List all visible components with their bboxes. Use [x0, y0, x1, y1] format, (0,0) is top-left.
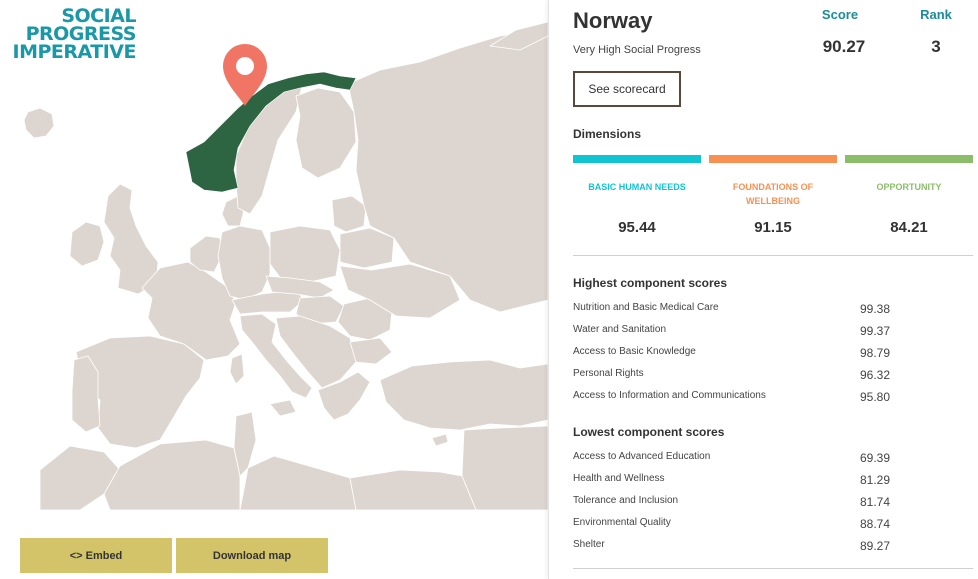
country-name: Norway — [573, 8, 653, 33]
component-name: Tolerance and Inclusion — [573, 495, 679, 506]
dimension-value-opportunity: 84.21 — [890, 219, 928, 236]
dimension-bar-opportunity — [845, 155, 973, 163]
europe-map[interactable] — [0, 0, 548, 510]
country-cyprus[interactable] — [431, 433, 449, 447]
logo: SOCIAL PROGRESS IMPERATIVE — [6, 7, 137, 63]
country-sardinia[interactable] — [229, 353, 245, 385]
logo-line-3: IMPERATIVE — [12, 41, 137, 63]
dimension-label-basic-human-needs: BASIC HUMAN NEEDS — [569, 180, 705, 194]
rank-label: Rank — [920, 7, 952, 22]
highest-components-heading: Highest component scores — [573, 276, 728, 290]
country-poland[interactable] — [269, 225, 341, 283]
dimension-label-line: WELLBEING — [746, 196, 800, 206]
dimension-value-foundations-of-wellbeing: 91.15 — [754, 219, 792, 236]
dimension-label-line: FOUNDATIONS OF — [732, 182, 814, 192]
dimension-value-basic-human-needs: 95.44 — [618, 219, 656, 236]
component-name: Access to Information and Communications — [573, 390, 766, 401]
country-ireland[interactable] — [69, 221, 105, 267]
dimension-label-line: BASIC HUMAN NEEDS — [588, 182, 686, 192]
dimension-bar-foundations-of-wellbeing — [709, 155, 837, 163]
component-name: Personal Rights — [573, 368, 644, 379]
component-value: 99.37 — [860, 324, 891, 338]
progress-tier: Very High Social Progress — [573, 44, 701, 56]
map-area[interactable] — [0, 0, 548, 510]
embed-button[interactable]: <> Embed — [20, 538, 172, 573]
country-turkey[interactable] — [379, 359, 548, 431]
component-name: Environmental Quality — [573, 517, 671, 528]
component-value: 69.39 — [860, 451, 891, 465]
country-bulgaria[interactable] — [349, 337, 393, 365]
dimension-label-foundations-of-wellbeing: FOUNDATIONS OF WELLBEING — [705, 180, 841, 208]
component-value: 98.79 — [860, 346, 891, 360]
country-middle-east[interactable] — [461, 425, 548, 510]
country-great-britain[interactable] — [103, 183, 159, 295]
country-baltics[interactable] — [331, 195, 367, 233]
download-map-button[interactable]: Download map — [176, 538, 328, 573]
country-libya[interactable] — [239, 455, 357, 510]
component-name: Shelter — [573, 539, 605, 550]
lowest-components-heading: Lowest component scores — [573, 425, 725, 439]
component-value: 88.74 — [860, 517, 891, 531]
component-value: 81.29 — [860, 473, 891, 487]
component-value: 96.32 — [860, 368, 891, 382]
component-value: 81.74 — [860, 495, 891, 509]
divider — [573, 255, 973, 256]
component-name: Water and Sanitation — [573, 324, 667, 335]
country-finland[interactable] — [295, 87, 357, 179]
dimension-label-line: OPPORTUNITY — [876, 182, 942, 192]
country-detail-panel: Norway Very High Social Progress Score R… — [548, 0, 978, 579]
dimensions-heading: Dimensions — [573, 127, 642, 141]
score-value: 90.27 — [822, 37, 866, 56]
country-egypt[interactable] — [349, 469, 477, 510]
component-name: Access to Basic Knowledge — [573, 346, 696, 357]
component-name: Nutrition and Basic Medical Care — [573, 302, 719, 313]
component-value: 89.27 — [860, 539, 891, 553]
country-algeria[interactable] — [103, 439, 241, 510]
dimension-bar-basic-human-needs — [573, 155, 701, 163]
country-iceland[interactable] — [23, 107, 55, 139]
component-value: 99.38 — [860, 302, 891, 316]
component-value: 95.80 — [860, 390, 891, 404]
see-scorecard-button[interactable]: See scorecard — [573, 71, 681, 107]
dimension-label-opportunity: OPPORTUNITY — [841, 180, 977, 194]
score-label: Score — [821, 7, 859, 22]
country-sicily[interactable] — [269, 399, 297, 417]
component-name: Access to Advanced Education — [573, 451, 711, 462]
component-name: Health and Wellness — [573, 473, 665, 484]
divider — [573, 568, 973, 569]
rank-value: 3 — [931, 37, 941, 56]
